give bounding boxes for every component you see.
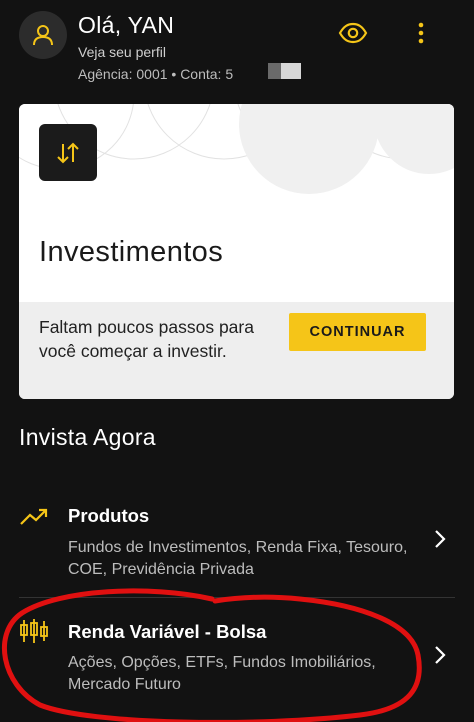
list-item-title: Renda Variável - Bolsa [68,621,267,642]
list-item-produtos[interactable]: Produtos Fundos de Investimentos, Renda … [0,490,474,597]
continue-button[interactable]: CONTINUAR [289,313,426,351]
list-item-subtitle: Fundos de Investimentos, Renda Fixa, Tes… [68,539,408,578]
greeting-text: Olá, YAN [78,12,175,38]
card-footer: Faltam poucos passos para você começar a… [19,302,454,399]
chevron-right-icon [430,527,450,551]
list-item-renda-variavel[interactable]: Renda Variável - Bolsa Ações, Opções, ET… [0,598,474,722]
section-title: Invista Agora [19,424,156,450]
swap-vertical-icon [39,124,97,181]
avatar[interactable] [19,11,67,59]
user-icon [33,25,53,46]
list-item-subtitle: Ações, Opções, ETFs, Fundos Imobiliários… [68,654,376,693]
more-options-icon[interactable] [410,19,432,47]
investments-card[interactable]: Investimentos Faltam poucos passos para … [19,104,454,399]
redacted-account-digit [281,63,301,79]
card-description: Faltam poucos passos para você começar a… [39,317,254,361]
redacted-account-number [268,63,281,79]
candlestick-icon [19,618,49,644]
trending-up-icon [19,504,49,530]
list-item-title: Produtos [68,505,150,526]
card-banner: Investimentos [19,104,454,302]
account-info: Agência: 0001 • Conta: 5 [78,66,234,82]
view-profile-link[interactable]: Veja seu perfil [78,44,166,60]
eye-icon[interactable] [337,19,369,47]
chevron-right-icon [430,643,450,667]
card-title: Investimentos [39,236,224,268]
profile-header: Olá, YAN Veja seu perfil Agência: 0001 •… [0,0,474,100]
